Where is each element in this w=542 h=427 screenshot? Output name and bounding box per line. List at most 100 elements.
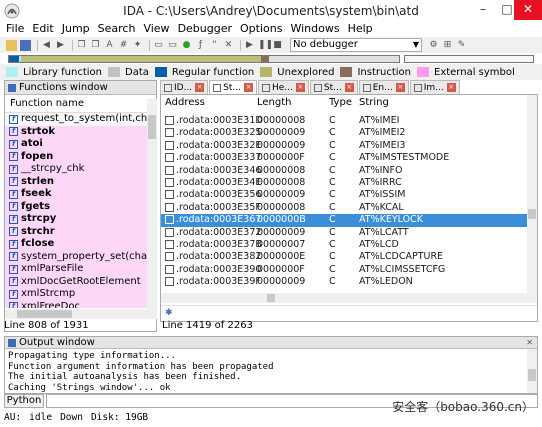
column-length[interactable]: Length	[257, 95, 329, 111]
menu-windows[interactable]: Windows	[290, 22, 339, 37]
paste-icon[interactable]: ❐	[90, 40, 101, 51]
column-address[interactable]: Address	[165, 95, 257, 111]
table-row[interactable]: .rodata:0003E325 00000009 C AT%IMEI2	[161, 127, 529, 139]
scrollbar-thumb[interactable]	[528, 369, 536, 381]
function-name: __strcpy_chk	[21, 163, 85, 174]
stop-icon[interactable]: ■	[272, 40, 283, 51]
strings-horizontal-scrollbar[interactable]	[161, 293, 527, 303]
tab-imports[interactable]: Im... ×	[409, 80, 460, 94]
table-row[interactable]: .rodata:0003E372 00000009 C AT%LCATT	[161, 227, 529, 239]
undefine-icon[interactable]: ✕	[223, 40, 234, 51]
functions-horizontal-scrollbar[interactable]	[5, 309, 157, 319]
strings-vertical-scrollbar[interactable]	[527, 95, 537, 303]
menu-debugger[interactable]: Debugger	[178, 22, 232, 37]
functions-window-header[interactable]: Functions window	[5, 81, 156, 95]
data-icon[interactable]: ▭	[167, 40, 178, 51]
function-icon[interactable]: ƒ	[195, 40, 206, 51]
table-row[interactable]: .rodata:0003E346 00000008 C AT%INFO	[161, 165, 529, 177]
list-item[interactable]: f atoi	[5, 138, 147, 151]
table-row[interactable]: .rodata:0003E35F 00000008 C AT%KCAL	[161, 202, 529, 214]
scrollbar-thumb[interactable]	[267, 294, 275, 302]
list-item[interactable]: f fopen	[5, 150, 147, 163]
column-function-name[interactable]: Function name	[5, 95, 156, 113]
list-item[interactable]: f strcpy	[5, 213, 147, 226]
list-item[interactable]: f fseek	[5, 188, 147, 201]
functions-vertical-scrollbar[interactable]	[147, 99, 157, 311]
close-icon[interactable]: ✕	[526, 338, 533, 347]
close-icon[interactable]: ×	[446, 83, 456, 92]
debugger-select[interactable]: No debugger ▼	[290, 38, 422, 52]
output-window-header[interactable]: Output window	[5, 337, 537, 349]
list-item[interactable]: fsystem_property_set(char const	[5, 250, 147, 263]
string-icon[interactable]: "	[209, 40, 220, 51]
close-icon[interactable]: ×	[395, 83, 405, 92]
close-icon[interactable]: ×	[344, 83, 354, 92]
list-item[interactable]: f strchr	[5, 225, 147, 238]
list-item[interactable]: frequest_to_system(int,char const	[5, 113, 147, 126]
list-item[interactable]: f xmlStrcmp	[5, 288, 147, 301]
python-button[interactable]: Python	[4, 394, 44, 408]
menu-search[interactable]: Search	[98, 22, 136, 37]
list-item[interactable]: f __strcpy_chk	[5, 163, 147, 176]
search-binary-icon[interactable]: #	[118, 40, 129, 51]
column-string[interactable]: String	[359, 95, 509, 111]
list-item[interactable]: f xmlDocGetRootElement	[5, 275, 147, 288]
close-icon[interactable]: ×	[195, 83, 205, 92]
column-type[interactable]: Type	[329, 95, 359, 111]
table-row[interactable]: .rodata:0003E367 0000000B C AT%KEYLOCK	[161, 214, 529, 227]
search-immediate-icon[interactable]: ✦	[132, 40, 143, 51]
menu-jump[interactable]: Jump	[62, 22, 90, 37]
menu-edit[interactable]: Edit	[32, 22, 53, 37]
menu-file[interactable]: File	[6, 22, 24, 37]
navigation-band-overview[interactable]	[404, 55, 534, 63]
list-item[interactable]: f xmlParseFile	[5, 263, 147, 276]
minimize-button[interactable]: –	[470, 0, 496, 20]
forward-icon[interactable]: ▶	[55, 40, 66, 51]
pause-icon[interactable]: ❚❚	[258, 40, 273, 51]
scrollbar-thumb[interactable]	[17, 310, 72, 318]
code-icon[interactable]: ▭	[153, 40, 164, 51]
settings-icon[interactable]: ⚙	[428, 40, 439, 51]
graph-icon[interactable]: ⊞	[442, 40, 453, 51]
table-row[interactable]: .rodata:0003E39F 00000009 C AT%LEDON	[161, 276, 529, 288]
back-icon[interactable]: ◀	[41, 40, 52, 51]
scrollbar-thumb[interactable]	[528, 209, 536, 219]
search-text-icon[interactable]: A	[104, 40, 115, 51]
tab-strings[interactable]: St... ×	[209, 80, 257, 94]
close-icon[interactable]: ×	[295, 83, 305, 92]
table-row[interactable]: .rodata:0003E31D 00000008 C AT%IMEI	[161, 115, 529, 127]
close-icon[interactable]: ×	[244, 83, 253, 92]
table-row[interactable]: .rodata:0003E32E 00000009 C AT%IMEI3	[161, 140, 529, 152]
table-row[interactable]: .rodata:0003E37B 00000007 C AT%LCD	[161, 239, 529, 251]
menu-help[interactable]: Help	[348, 22, 373, 37]
copy-icon[interactable]: ❐	[76, 40, 87, 51]
strings-search-row[interactable]: ✱	[161, 305, 537, 321]
menu-options[interactable]: Options	[240, 22, 282, 37]
tab-ida-view[interactable]: ID... ×	[160, 80, 209, 94]
play-icon[interactable]: ▶	[244, 40, 255, 51]
list-item[interactable]: f strlen	[5, 175, 147, 188]
table-row[interactable]: .rodata:0003E390 0000000F C AT%LCIMSSETCFG	[161, 264, 529, 276]
tab-enums[interactable]: En... ×	[358, 80, 409, 94]
table-row[interactable]: .rodata:0003E356 00000009 C AT%ISSIM	[161, 189, 529, 201]
tab-hex-view[interactable]: He... ×	[258, 80, 309, 94]
output-window-icon	[8, 338, 16, 347]
navigation-band[interactable]	[8, 55, 400, 63]
nav-segment-code	[9, 56, 19, 62]
menu-view[interactable]: View	[143, 22, 169, 37]
open-icon[interactable]	[6, 39, 17, 51]
close-button[interactable]: ✕	[514, 0, 542, 20]
pin-icon[interactable]: ✎	[456, 40, 467, 51]
list-item[interactable]: f xmlFreeDoc	[5, 300, 147, 308]
list-item[interactable]: f fgets	[5, 200, 147, 213]
list-item[interactable]: f strtok	[5, 125, 147, 138]
output-vertical-scrollbar[interactable]	[527, 349, 537, 393]
table-row[interactable]: .rodata:0003E34E 00000008 C AT%IRRC	[161, 177, 529, 189]
scrollbar-thumb[interactable]	[148, 115, 156, 139]
green-circle-icon[interactable]: ●	[181, 40, 192, 51]
table-row[interactable]: .rodata:0003E337 0000000F C AT%IMSTESTMODE	[161, 152, 529, 164]
table-row[interactable]: .rodata:0003E382 0000000E C AT%LCDCAPTURE	[161, 251, 529, 263]
save-icon[interactable]	[20, 39, 31, 51]
tab-structures[interactable]: St... ×	[309, 80, 358, 94]
list-item[interactable]: f fclose	[5, 238, 147, 251]
